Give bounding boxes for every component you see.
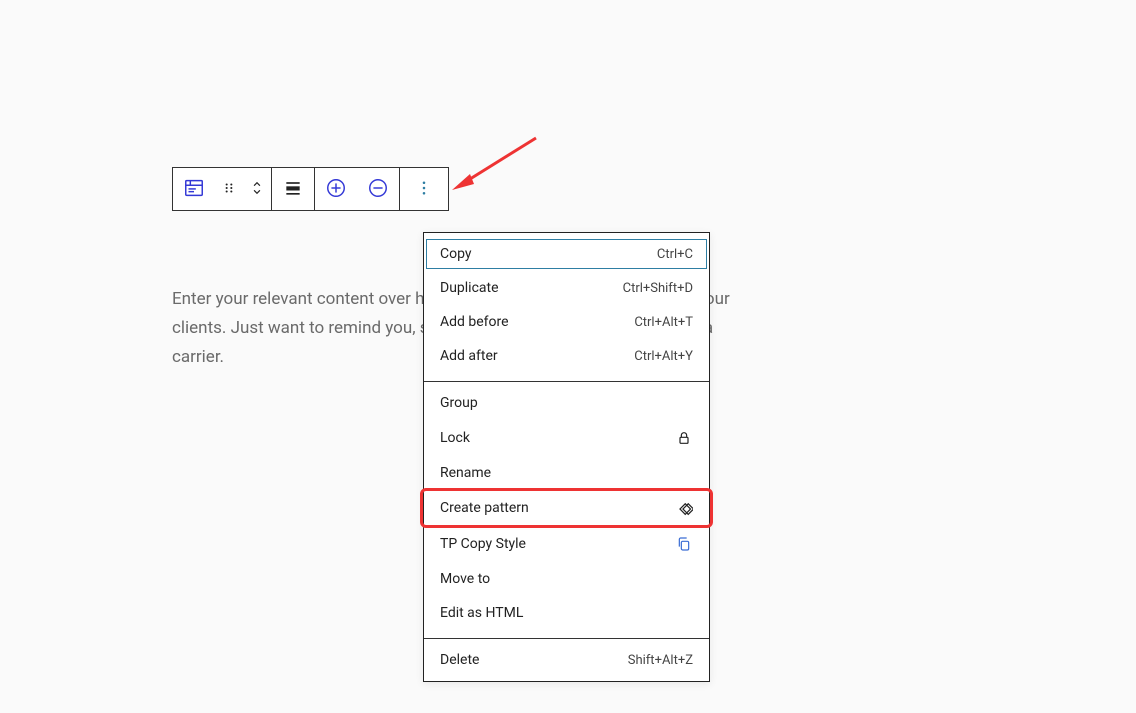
block-type-icon xyxy=(183,177,205,202)
lock-icon xyxy=(675,429,693,447)
menu-label: Add before xyxy=(440,314,509,330)
drag-handle-icon xyxy=(222,181,236,198)
menu-label: Group xyxy=(440,395,478,411)
block-type-button[interactable] xyxy=(173,168,215,210)
menu-item-group[interactable]: Group xyxy=(424,386,709,420)
menu-item-rename[interactable]: Rename xyxy=(424,456,709,490)
more-options-button[interactable] xyxy=(400,168,448,210)
menu-label: Create pattern xyxy=(440,500,529,516)
menu-item-move-to[interactable]: Move to xyxy=(424,562,709,596)
align-icon xyxy=(283,178,303,201)
annotation-arrow xyxy=(448,134,548,200)
block-context-menu: Copy Ctrl+C Duplicate Ctrl+Shift+D Add b… xyxy=(423,232,710,682)
menu-label: TP Copy Style xyxy=(440,536,526,552)
add-button[interactable] xyxy=(315,168,357,210)
menu-item-tp-copy-style[interactable]: TP Copy Style xyxy=(424,526,709,562)
menu-item-create-pattern[interactable]: Create pattern xyxy=(424,490,709,526)
menu-item-lock[interactable]: Lock xyxy=(424,420,709,456)
menu-item-add-after[interactable]: Add after Ctrl+Alt+Y xyxy=(424,339,709,373)
pattern-icon xyxy=(675,499,693,517)
menu-label: Lock xyxy=(440,430,470,446)
move-updown-button[interactable] xyxy=(243,168,271,210)
menu-item-copy[interactable]: Copy Ctrl+C xyxy=(424,237,709,271)
vertical-dots-icon xyxy=(415,179,433,200)
menu-label: Move to xyxy=(440,571,490,587)
toolbar-group-3 xyxy=(315,168,400,210)
copy-icon xyxy=(675,535,693,553)
block-toolbar xyxy=(172,167,449,211)
toolbar-group-4 xyxy=(400,168,448,210)
menu-item-edit-html[interactable]: Edit as HTML xyxy=(424,596,709,630)
menu-shortcut: Ctrl+Alt+Y xyxy=(634,349,693,364)
plus-circle-icon xyxy=(325,177,347,202)
menu-label: Duplicate xyxy=(440,280,499,296)
minus-circle-icon xyxy=(367,177,389,202)
menu-label: Edit as HTML xyxy=(440,605,523,621)
menu-shortcut: Ctrl+C xyxy=(657,247,693,262)
drag-handle-button[interactable] xyxy=(215,168,243,210)
chevron-updown-icon xyxy=(250,179,264,200)
menu-item-duplicate[interactable]: Duplicate Ctrl+Shift+D xyxy=(424,271,709,305)
menu-shortcut: Ctrl+Shift+D xyxy=(623,281,693,296)
menu-shortcut: Ctrl+Alt+T xyxy=(634,315,693,330)
menu-label: Add after xyxy=(440,348,498,364)
menu-item-add-before[interactable]: Add before Ctrl+Alt+T xyxy=(424,305,709,339)
menu-label: Rename xyxy=(440,465,491,481)
remove-button[interactable] xyxy=(357,168,399,210)
menu-label: Copy xyxy=(440,246,472,262)
menu-label: Delete xyxy=(440,652,479,668)
align-button[interactable] xyxy=(272,168,314,210)
toolbar-group-1 xyxy=(173,168,272,210)
toolbar-group-2 xyxy=(272,168,315,210)
menu-item-delete[interactable]: Delete Shift+Alt+Z xyxy=(424,643,709,677)
menu-shortcut: Shift+Alt+Z xyxy=(628,653,693,668)
